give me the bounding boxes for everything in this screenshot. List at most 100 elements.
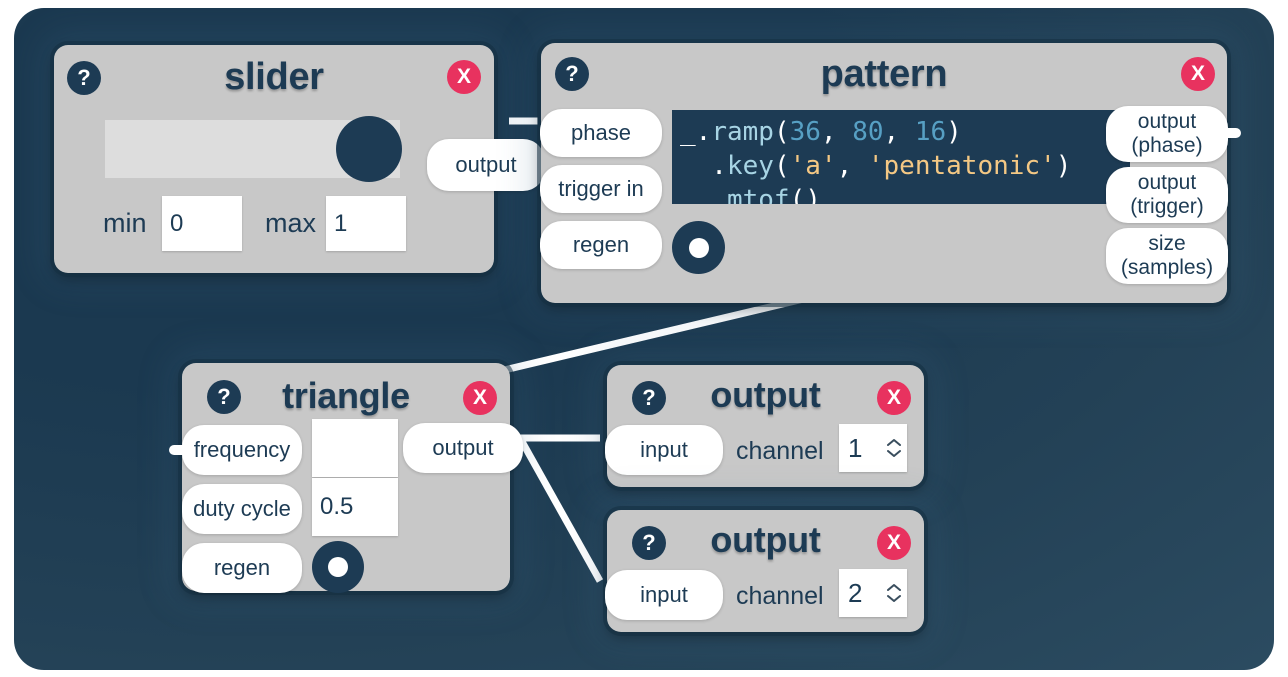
help-icon-glyph: ? xyxy=(77,65,91,90)
regen-toggle-dot xyxy=(688,237,709,258)
code-line-3: .mtof() xyxy=(680,185,821,204)
code-token-pun: ) xyxy=(1055,151,1072,181)
close-icon[interactable]: X xyxy=(447,60,481,94)
channel-value: 2 xyxy=(848,577,863,608)
node-title-pattern: pattern xyxy=(820,53,948,95)
help-icon-glyph: ? xyxy=(217,384,231,409)
code-line-2: .key('a', 'pentatonic') xyxy=(680,151,1071,181)
close-icon-glyph: X xyxy=(886,531,901,554)
port-pattern-regen[interactable]: regen xyxy=(540,221,662,269)
node-pattern[interactable]: ? pattern X phase trigger in regen _.ram… xyxy=(540,43,1241,303)
port-pattern-output-phase[interactable]: output (phase) xyxy=(1106,106,1228,162)
duty-cycle-input-value: 0.5 xyxy=(320,493,354,520)
port-triangle-regen-label: regen xyxy=(213,555,271,581)
node-output-2[interactable]: ? output X input channel 2 xyxy=(605,510,924,632)
regen-toggle[interactable] xyxy=(312,541,364,593)
port-nub-output-phase xyxy=(1223,128,1241,138)
port-slider-output-label: output xyxy=(455,152,517,178)
code-token-num: 36 xyxy=(789,117,821,147)
channel-value: 1 xyxy=(848,432,863,463)
port-slider-output[interactable]: output xyxy=(427,139,545,191)
port-pattern-phase-label: phase xyxy=(571,120,631,146)
stepper-arrows[interactable] xyxy=(881,424,907,472)
port-pattern-trigger-in-label: trigger in xyxy=(558,176,644,202)
port-triangle-duty-cycle[interactable]: duty cycle xyxy=(182,484,302,534)
close-icon[interactable]: X xyxy=(463,381,497,415)
code-token-pun: ( xyxy=(773,151,790,181)
port-nub-triangle-frequency xyxy=(169,445,187,455)
stepper-arrows[interactable] xyxy=(881,569,907,617)
help-icon-glyph: ? xyxy=(642,530,656,555)
code-token-pun: ( xyxy=(773,117,790,147)
slider-knob[interactable] xyxy=(336,116,402,182)
port-triangle-output-label: output xyxy=(432,435,494,461)
port-output1-input[interactable]: input xyxy=(605,425,723,475)
port-pattern-phase[interactable]: phase xyxy=(540,109,662,157)
help-icon-glyph: ? xyxy=(642,385,656,410)
wire-pattern-to-triangle xyxy=(499,293,813,375)
port-pattern-size-samples[interactable]: size (samples) xyxy=(1106,228,1228,284)
port-pattern-output-trigger[interactable]: output (trigger) xyxy=(1106,167,1228,223)
port-pattern-output-trigger-line1: output xyxy=(1137,171,1197,195)
node-graph-canvas[interactable]: ? slider X min 0 max 1 output ? pattern … xyxy=(14,8,1274,670)
chevron-down-icon[interactable] xyxy=(886,449,902,458)
close-icon[interactable]: X xyxy=(877,526,911,560)
channel-label: channel xyxy=(736,437,824,465)
help-icon[interactable]: ? xyxy=(632,381,666,415)
min-label: min xyxy=(103,208,147,238)
node-title-slider: slider xyxy=(224,56,324,98)
help-icon[interactable]: ? xyxy=(632,526,666,560)
port-triangle-output[interactable]: output xyxy=(403,423,523,473)
code-token-fn: ramp xyxy=(711,117,774,147)
port-output1-input-label: input xyxy=(640,437,688,463)
code-token-str: 'pentatonic' xyxy=(867,151,1056,181)
code-token-num: 16 xyxy=(914,117,947,147)
chevron-up-icon[interactable] xyxy=(886,583,902,592)
code-token-pun: ) xyxy=(946,117,962,147)
close-icon[interactable]: X xyxy=(877,381,911,415)
close-icon-glyph: X xyxy=(456,65,471,88)
channel-stepper[interactable]: 2 xyxy=(839,569,907,617)
code-token-pun: , xyxy=(836,151,868,181)
help-icon[interactable]: ? xyxy=(67,61,101,95)
regen-toggle-dot xyxy=(328,557,348,577)
port-pattern-output-trigger-line2: (trigger) xyxy=(1130,195,1204,218)
chevron-up-icon[interactable] xyxy=(886,438,902,447)
port-output2-input[interactable]: input xyxy=(605,570,723,620)
regen-toggle[interactable] xyxy=(672,221,725,274)
node-slider[interactable]: ? slider X min 0 max 1 output xyxy=(54,45,545,273)
min-input[interactable]: 0 xyxy=(162,196,242,251)
port-pattern-size-line1: size xyxy=(1148,232,1186,256)
code-token-pun: () xyxy=(789,185,821,204)
code-line-1: _.ramp(36, 80, 16) xyxy=(680,117,962,147)
help-icon[interactable]: ? xyxy=(207,380,241,414)
port-triangle-duty-cycle-label: duty cycle xyxy=(193,496,291,522)
max-input[interactable]: 1 xyxy=(326,196,406,251)
port-triangle-regen[interactable]: regen xyxy=(182,543,302,593)
help-icon[interactable]: ? xyxy=(555,57,589,91)
close-icon[interactable]: X xyxy=(1181,57,1215,91)
port-pattern-output-phase-line1: output xyxy=(1137,110,1197,134)
wire-triangle-to-output2 xyxy=(516,436,604,583)
chevron-down-icon[interactable] xyxy=(886,594,902,603)
port-pattern-regen-label: regen xyxy=(572,232,630,258)
code-token-str: 'a' xyxy=(789,151,837,181)
code-token-fn: mtof xyxy=(726,185,790,204)
code-token-pun: , xyxy=(883,117,915,147)
code-editor[interactable]: _.ramp(36, 80, 16) .key('a', 'pentatonic… xyxy=(672,110,1130,204)
channel-stepper[interactable]: 1 xyxy=(839,424,907,472)
close-icon-glyph: X xyxy=(472,386,487,409)
port-triangle-frequency-label: frequency xyxy=(193,437,291,463)
node-triangle[interactable]: ? triangle X frequency duty cycle regen … xyxy=(169,363,523,593)
node-output-1[interactable]: ? output X input channel 1 xyxy=(605,365,924,487)
code-token-pun: . xyxy=(680,151,727,181)
port-triangle-frequency[interactable]: frequency xyxy=(182,425,302,475)
code-token-pun: _. xyxy=(680,117,712,147)
channel-label: channel xyxy=(736,582,824,610)
port-pattern-trigger-in[interactable]: trigger in xyxy=(540,165,662,213)
frequency-input[interactable] xyxy=(312,419,398,477)
max-input-value: 1 xyxy=(334,209,348,237)
code-token-num: 80 xyxy=(852,117,884,147)
duty-cycle-input[interactable]: 0.5 xyxy=(312,478,398,536)
port-pattern-size-line2: (samples) xyxy=(1120,256,1214,279)
